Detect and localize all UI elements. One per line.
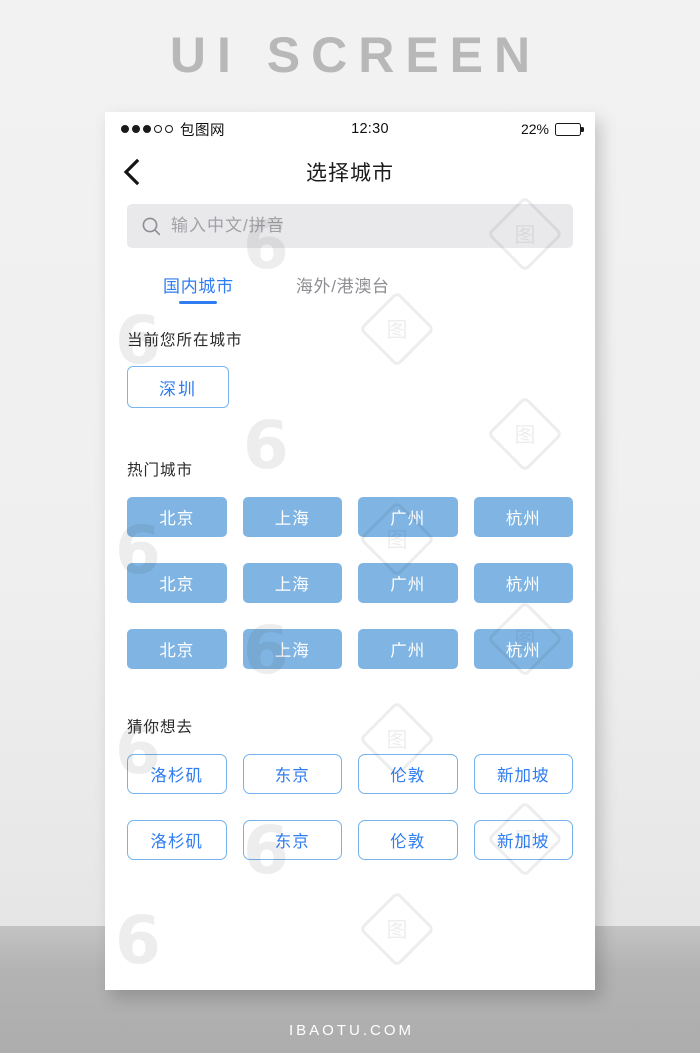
status-bar: 包图网 12:30 22% bbox=[105, 112, 595, 146]
hot-city-chip[interactable]: 上海 bbox=[242, 497, 342, 537]
hot-city-chip[interactable]: 杭州 bbox=[473, 497, 573, 537]
hot-city-chip[interactable]: 杭州 bbox=[473, 629, 573, 669]
status-bar-right: 22% bbox=[520, 121, 584, 137]
navigation-bar: 选择城市 bbox=[105, 146, 595, 198]
phone-mockup: 包图网 12:30 22% 选择城市 输入中文/拼音 国内城市 海外/港澳台 当… bbox=[105, 112, 595, 990]
guess-city-chip[interactable]: 东京 bbox=[242, 820, 342, 860]
hot-city-chip[interactable]: 广州 bbox=[358, 563, 458, 603]
site-watermark: IBAOTU.COM bbox=[288, 1022, 414, 1039]
guess-city-chip[interactable]: 伦敦 bbox=[358, 754, 458, 794]
guess-city-chip[interactable]: 东京 bbox=[242, 754, 342, 794]
guess-city-chip[interactable]: 新加坡 bbox=[473, 754, 573, 794]
current-city-section: 当前您所在城市 深圳 bbox=[105, 328, 595, 408]
guess-cities-label: 猜你想去 bbox=[127, 719, 194, 736]
hot-cities-grid: 北京 上海 广州 杭州 北京 上海 广州 杭州 北京 上海 广州 杭州 bbox=[127, 497, 573, 669]
search-icon bbox=[141, 216, 162, 237]
hot-city-chip[interactable]: 广州 bbox=[358, 629, 458, 669]
battery-percent-label: 22% bbox=[520, 121, 549, 137]
hot-city-chip[interactable]: 上海 bbox=[242, 563, 342, 603]
search-box[interactable] bbox=[127, 204, 573, 248]
tab-overseas-cities[interactable]: 海外/港澳台 bbox=[296, 272, 390, 304]
search-section bbox=[105, 198, 595, 248]
guess-city-chip[interactable]: 新加坡 bbox=[473, 820, 573, 860]
page-title: UI SCREEN bbox=[169, 27, 542, 83]
current-city-label: 当前您所在城市 bbox=[127, 332, 243, 349]
hot-cities-section: 热门城市 北京 上海 广州 杭州 北京 上海 广州 杭州 北京 上海 广州 杭州 bbox=[105, 458, 595, 669]
battery-icon bbox=[555, 122, 584, 136]
tab-domestic-cities[interactable]: 国内城市 bbox=[163, 272, 234, 304]
hot-city-chip[interactable]: 上海 bbox=[242, 629, 342, 669]
hot-city-chip[interactable]: 北京 bbox=[127, 629, 227, 669]
hot-city-chip[interactable]: 杭州 bbox=[473, 563, 573, 603]
guess-city-chip[interactable]: 洛杉矶 bbox=[127, 820, 227, 860]
hot-cities-label: 热门城市 bbox=[127, 462, 194, 479]
hot-city-chip[interactable]: 北京 bbox=[127, 497, 227, 537]
clock-label: 12:30 bbox=[351, 121, 389, 137]
current-city-chip[interactable]: 深圳 bbox=[127, 366, 229, 408]
guess-cities-grid: 洛杉矶 东京 伦敦 新加坡 洛杉矶 东京 伦敦 新加坡 bbox=[127, 754, 573, 860]
status-bar-left: 包图网 bbox=[121, 119, 225, 140]
guess-city-chip[interactable]: 洛杉矶 bbox=[127, 754, 227, 794]
guess-cities-section: 猜你想去 洛杉矶 东京 伦敦 新加坡 洛杉矶 东京 伦敦 新加坡 bbox=[105, 715, 595, 860]
watermark-mark: 6 bbox=[115, 902, 161, 979]
hot-city-chip[interactable]: 北京 bbox=[127, 563, 227, 603]
carrier-label: 包图网 bbox=[180, 122, 225, 139]
search-input[interactable] bbox=[171, 216, 559, 236]
hot-city-chip[interactable]: 广州 bbox=[358, 497, 458, 537]
signal-strength-icon bbox=[121, 125, 173, 133]
guess-city-chip[interactable]: 伦敦 bbox=[358, 820, 458, 860]
tab-bar: 国内城市 海外/港澳台 bbox=[105, 272, 595, 304]
screen-title: 选择城市 bbox=[306, 162, 394, 185]
